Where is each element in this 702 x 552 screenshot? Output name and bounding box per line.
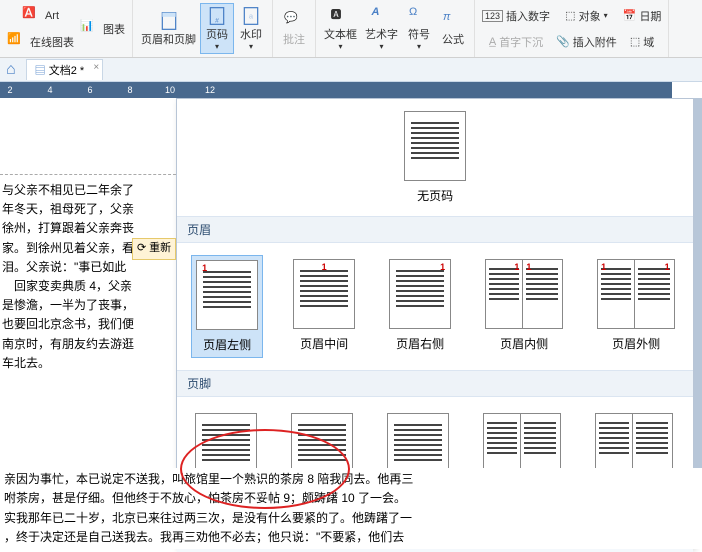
svg-text:#: # <box>215 18 219 25</box>
field-icon: ⬚ <box>630 35 640 48</box>
dropcap-icon: A̲ <box>489 36 496 48</box>
doc-icon: ▤ <box>35 65 46 77</box>
date-icon: 📅 <box>623 9 637 22</box>
document-line: 是惨澹，一半为了丧事， <box>0 296 176 315</box>
watermark-button[interactable]: a 水印▾ <box>234 4 268 53</box>
close-tab-icon[interactable]: × <box>93 62 99 73</box>
document-line: 回家变卖典质 4，父亲 <box>0 277 176 296</box>
art-button[interactable]: 🅰️Art <box>4 3 77 29</box>
document-line: ，终于决定还是自己送我去。我再三劝他不必去；他只说："不要紧，他们去 <box>4 528 698 547</box>
home-icon[interactable]: ⌂ <box>0 61 22 79</box>
ribbon-toolbar: 🅰️Art 📶在线图表 📊图表 页眉和页脚 # 页码▾ a 水印▾ 💬 批注 🅰… <box>0 0 702 58</box>
relayout-badge[interactable]: ⟳重新 <box>132 238 176 260</box>
comment-icon: 💬 <box>284 11 304 31</box>
header-footer-icon <box>159 11 179 31</box>
header-center-option[interactable]: 1页眉中间 <box>289 255 359 358</box>
document-tab[interactable]: ▤ 文档2 * × <box>26 59 104 80</box>
no-page-number-option[interactable]: 无页码 <box>400 107 470 208</box>
art-icon: 🅰️ <box>22 6 42 26</box>
option-label: 页眉右侧 <box>396 335 444 352</box>
wordart-button[interactable]: A艺术字▾ <box>361 4 402 53</box>
number-icon: 123 <box>482 10 503 22</box>
document-tabbar: ⌂ ▤ 文档2 * × <box>0 58 702 82</box>
object-button[interactable]: ⬚对象▾ <box>553 3 620 29</box>
symbol-button[interactable]: Ω符号▾ <box>402 4 436 53</box>
header-section-label: 页眉 <box>177 216 693 243</box>
document-line: 徐州，打算跟着父亲奔丧 <box>0 219 176 238</box>
svg-text:a: a <box>249 12 254 21</box>
dropcap-button[interactable]: A̲首字下沉 <box>479 29 553 55</box>
header-right-option[interactable]: 1页眉右侧 <box>385 255 455 358</box>
document-line: 与父亲不相见已二年余了 <box>0 181 176 200</box>
attachment-icon: 📎 <box>556 35 570 48</box>
online-chart-button[interactable]: 📶在线图表 <box>4 29 77 55</box>
relayout-icon: ⟳ <box>137 240 146 258</box>
document-body-continued[interactable]: 亲因为事忙，本已说定不送我，叫旅馆里一个熟识的茶房 8 陪我同去。他再三咐茶房，… <box>0 468 702 549</box>
header-outside-option[interactable]: 11页眉外侧 <box>593 255 679 358</box>
textbox-icon: 🅰 <box>331 6 351 26</box>
header-inside-option[interactable]: 11页眉内侧 <box>481 255 567 358</box>
chart-icon: 📊 <box>80 19 100 39</box>
page-number-button[interactable]: # 页码▾ <box>200 3 234 54</box>
watermark-icon: a <box>241 6 261 26</box>
attachment-button[interactable]: 📎插入附件 <box>553 29 620 55</box>
document-line: 亲因为事忙，本已说定不送我，叫旅馆里一个熟识的茶房 8 陪我同去。他再三 <box>4 470 698 489</box>
header-footer-button[interactable]: 页眉和页脚 <box>137 9 200 49</box>
option-label: 页眉中间 <box>300 335 348 352</box>
option-label: 页眉左侧 <box>203 336 251 353</box>
textbox-button[interactable]: 🅰文本框▾ <box>320 4 361 53</box>
formula-icon: π <box>443 11 463 31</box>
document-line: 车北去。 <box>0 354 176 373</box>
object-icon: ⬚ <box>565 9 575 22</box>
online-chart-icon: 📶 <box>7 32 27 52</box>
date-button[interactable]: 📅日期 <box>620 3 665 29</box>
option-label: 页眉内侧 <box>500 335 548 352</box>
document-line: 南京时，有朋友约去游逛 <box>0 335 176 354</box>
page-number-icon: # <box>207 6 227 26</box>
insert-number-button[interactable]: 123插入数字 <box>479 3 553 29</box>
document-line: 也要回北京念书，我们便 <box>0 315 176 334</box>
document-line: 泪。父亲说："事已如此 <box>0 258 176 277</box>
footer-section-label: 页脚 <box>177 370 693 397</box>
wordart-icon: A <box>372 6 392 26</box>
symbol-icon: Ω <box>409 6 429 26</box>
chart-button[interactable]: 📊图表 <box>77 16 128 42</box>
option-label: 页眉外侧 <box>612 335 660 352</box>
document-line: 咐茶房，甚是仔细。但他终于不放心，怕茶房不妥帖 9；颇踌躇 10 了一会。 <box>4 489 698 508</box>
header-left-option[interactable]: 1页眉左侧 <box>191 255 263 358</box>
formula-button[interactable]: π公式 <box>436 9 470 49</box>
document-line: 实我那年已二十岁，北京已来往过两三次，是没有什么要紧的了。他踌躇了一 <box>4 509 698 528</box>
horizontal-ruler[interactable]: 24681012 <box>0 82 702 98</box>
comment-button[interactable]: 💬 批注 <box>277 9 311 49</box>
document-line: 年冬天，祖母死了，父亲 <box>0 200 176 219</box>
field-button[interactable]: ⬚域 <box>620 29 665 55</box>
